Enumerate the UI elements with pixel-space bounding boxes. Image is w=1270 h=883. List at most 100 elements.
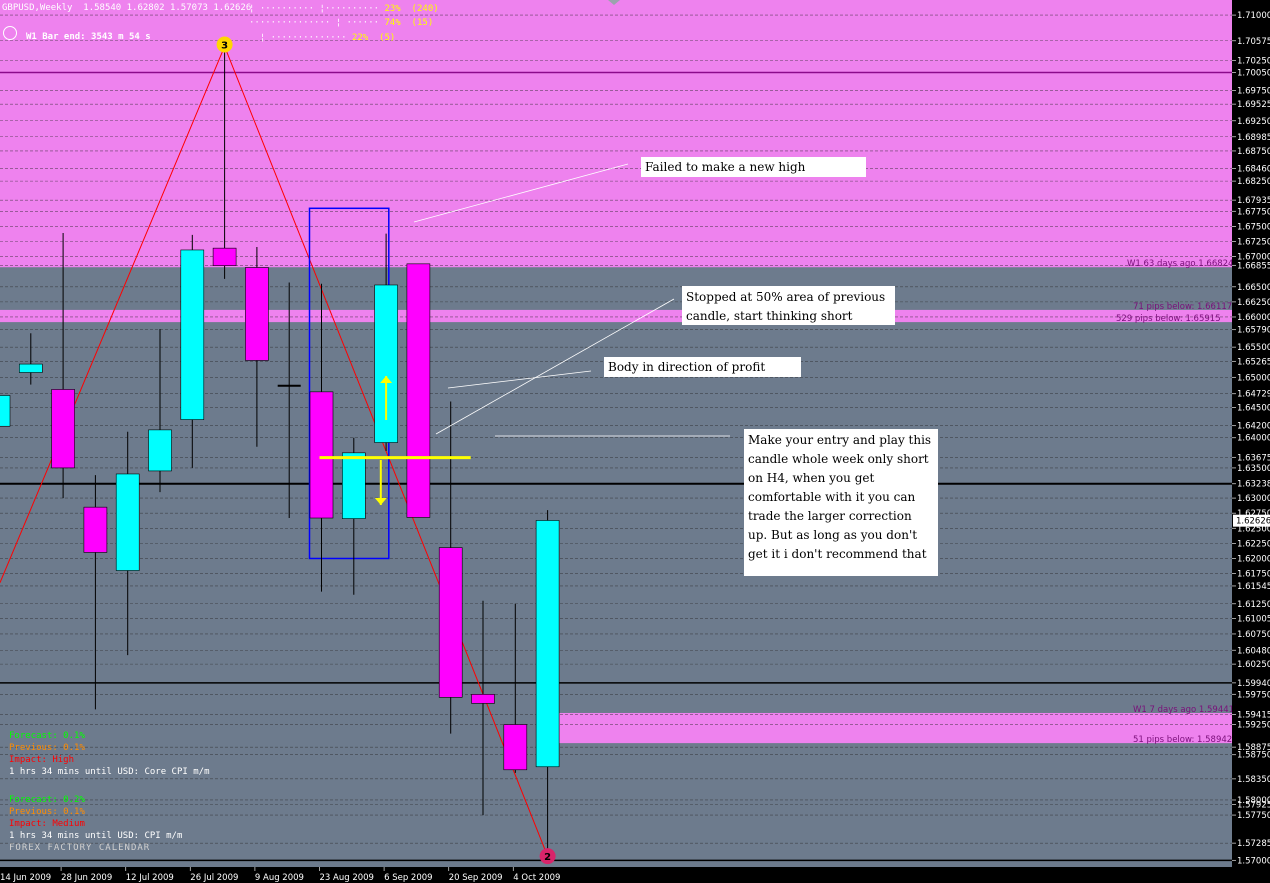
annotation-stopped-50: Stopped at 50% area of previous candle, …: [682, 286, 895, 325]
price-tick-label: 1.69250: [1237, 117, 1270, 127]
price-tick-label: 1.68250: [1237, 177, 1270, 187]
price-tick-label: 1.67250: [1237, 238, 1270, 248]
time-tick-label: 12 Jul 2009: [126, 873, 174, 883]
zone-label: W1 7 days ago 1.59441: [1133, 705, 1234, 715]
stat-line-2: ··············· ¦ ······ 74% (15): [249, 18, 434, 28]
price-tick-label: 1.70050: [1237, 68, 1270, 78]
stat-line-3: ¦ ·············· 22% (5): [249, 33, 396, 43]
news-event-1: 1 hrs 34 mins until USD: Core CPI m/m: [9, 767, 210, 777]
news-forecast-1: Forecast: 0.1%: [9, 731, 85, 741]
time-tick-label: 4 Oct 2009: [513, 873, 560, 883]
zone-label: W1 63 days ago 1.66824: [1127, 259, 1233, 269]
price-tick-label: 1.64500: [1237, 404, 1270, 414]
time-axis: [0, 867, 1232, 883]
price-tick-label: 1.69525: [1237, 100, 1270, 110]
price-tick-label: 1.66000: [1237, 313, 1270, 323]
chart-title: GBPUSD,Weekly 1.58540 1.62802 1.57073 1.…: [2, 3, 252, 13]
price-tick-label: 1.68750: [1237, 147, 1270, 157]
price-tick-label: 1.65000: [1237, 373, 1270, 383]
price-tick-label: 1.59415: [1237, 711, 1270, 721]
price-tick-label: 1.59250: [1237, 721, 1270, 731]
price-tick-label: 1.63238: [1237, 480, 1270, 490]
candle-body: [503, 724, 528, 771]
candle-body: [535, 520, 560, 768]
time-tick-label: 20 Sep 2009: [449, 873, 503, 883]
price-tick-label: 1.66250: [1237, 298, 1270, 308]
price-tick-label: 1.65790: [1237, 326, 1270, 336]
candle-body: [406, 263, 431, 518]
candle-body: [309, 391, 334, 519]
current-price-label: 1.62626: [1236, 517, 1270, 527]
time-tick-label: 14 Jun 2009: [0, 873, 51, 883]
price-tick-label: 1.66855: [1237, 261, 1270, 271]
price-tick-label: 1.61750: [1237, 570, 1270, 580]
candle-body: [51, 389, 75, 469]
price-tick-label: 1.60750: [1237, 630, 1270, 640]
price-tick-label: 1.58750: [1237, 751, 1270, 761]
price-tick-label: 1.63675: [1237, 453, 1270, 463]
price-tick-label: 1.64200: [1237, 422, 1270, 432]
price-tick-label: 1.57750: [1237, 811, 1270, 821]
price-tick-label: 1.71000: [1237, 11, 1270, 21]
stat-value-2: 74% (15): [384, 18, 434, 28]
price-tick-label: 1.61005: [1237, 615, 1270, 625]
price-tick-label: 1.67750: [1237, 207, 1270, 217]
time-tick-label: 28 Jun 2009: [61, 873, 112, 883]
news-forecast-2: Forecast: 0.2%: [9, 795, 85, 805]
time-tick-label: 26 Jul 2009: [190, 873, 238, 883]
price-tick-label: 1.69750: [1237, 87, 1270, 97]
price-tick-label: 1.61545: [1237, 582, 1270, 592]
clock-icon: [3, 26, 17, 40]
price-tick-label: 1.60250: [1237, 660, 1270, 670]
price-tick-label: 1.70250: [1237, 56, 1270, 66]
candle-body: [212, 247, 237, 266]
candle-body: [180, 249, 205, 420]
stat-value-3: 22% (5): [351, 33, 396, 43]
price-tick-label: 1.70575: [1237, 37, 1270, 47]
candle-body: [148, 429, 172, 472]
price-tick-label: 1.57285: [1237, 839, 1270, 849]
time-tick-label: 9 Aug 2009: [255, 873, 304, 883]
price-chart[interactable]: W1 63 days ago 1.66824 71 pips below: 1.6…: [0, 0, 1270, 883]
support-zone: [540, 712, 1232, 744]
price-tick-label: 1.62250: [1237, 539, 1270, 549]
news-previous-2: Previous: 0.1%: [9, 807, 85, 817]
annotation-body-direction: Body in direction of profit: [604, 357, 801, 377]
price-tick-label: 1.64000: [1237, 434, 1270, 444]
news-footer: FOREX FACTORY CALENDAR: [9, 843, 151, 853]
candle-body: [83, 506, 108, 553]
candle-body: [0, 395, 11, 427]
price-tick-label: 1.68985: [1237, 133, 1270, 143]
stat-line-1: ¦ ·········· ¦·········· 23% (240): [249, 4, 439, 14]
news-event-2: 1 hrs 34 mins until USD: CPI m/m: [9, 831, 183, 841]
price-tick-label: 1.67935: [1237, 196, 1270, 206]
price-tick-label: 1.67500: [1237, 222, 1270, 232]
price-tick-label: 1.57000: [1237, 856, 1270, 866]
price-tick-label: 1.58350: [1237, 775, 1270, 785]
time-tick-label: 6 Sep 2009: [384, 873, 432, 883]
candle-body: [438, 547, 463, 698]
zone-label: 529 pips below: 1.65915: [1116, 314, 1221, 324]
annotation-entry: Make your entry and play this candle who…: [744, 429, 938, 576]
candle-body: [245, 267, 269, 361]
candle-body: [18, 363, 43, 373]
price-tick-label: 1.68460: [1237, 164, 1270, 174]
price-tick-label: 1.60480: [1237, 646, 1270, 656]
price-tick-label: 1.66500: [1237, 283, 1270, 293]
zigzag-label: 3: [221, 40, 228, 51]
news-previous-1: Previous: 0.1%: [9, 743, 85, 753]
news-impact-2: Impact: Medium: [9, 819, 85, 829]
price-tick-label: 1.65265: [1237, 357, 1270, 367]
bar-end-timer: W1 Bar end: 3543 m 54 s: [26, 32, 151, 42]
price-tick-label: 1.59940: [1237, 679, 1270, 689]
annotation-failed-high: Failed to make a new high: [641, 157, 866, 177]
price-tick-label: 1.62000: [1237, 554, 1270, 564]
price-tick-label: 1.63000: [1237, 494, 1270, 504]
resistance-zone-upper: [0, 0, 1232, 268]
price-tick-label: 1.59750: [1237, 690, 1270, 700]
zone-label: 71 pips below: 1.66117: [1133, 302, 1232, 312]
price-tick-label: 1.64729: [1237, 390, 1270, 400]
candle-body: [471, 694, 495, 704]
news-impact-1: Impact: High: [9, 755, 75, 765]
price-tick-label: 1.65500: [1237, 343, 1270, 353]
